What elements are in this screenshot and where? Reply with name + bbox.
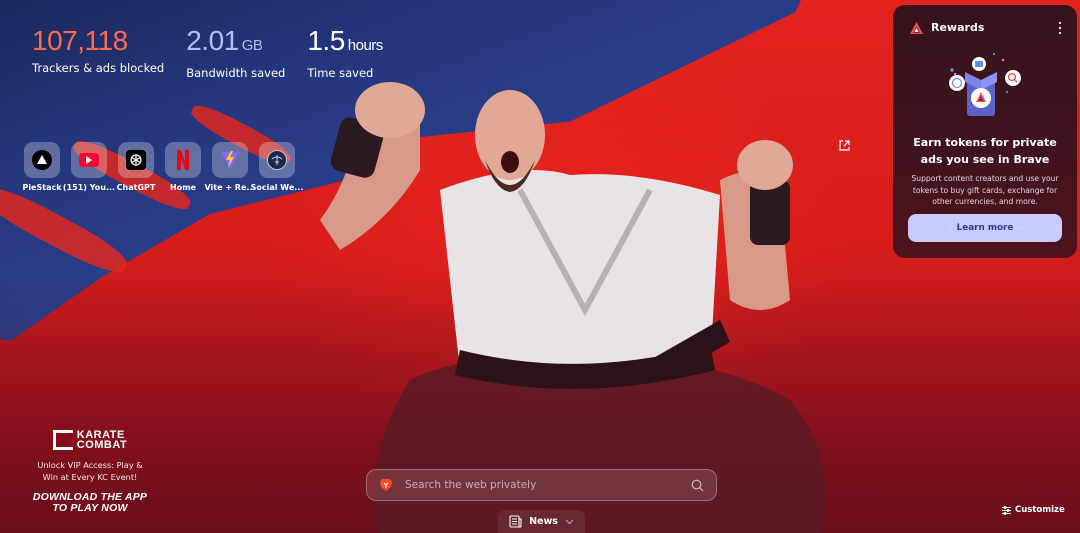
stat-bandwidth-saved: 2.01 GB Bandwidth saved (186, 25, 285, 80)
search-icon[interactable] (691, 479, 704, 492)
news-label: News (529, 516, 558, 527)
rewards-description: Support content creators and use your to… (911, 174, 1059, 207)
time-value: 1.5 (307, 25, 345, 56)
more-options-icon[interactable] (1057, 20, 1063, 35)
customize-label: Customize (1015, 505, 1065, 515)
top-site-netflix[interactable]: Home (165, 142, 201, 192)
news-toggle-button[interactable]: News (498, 510, 585, 533)
vite-icon (220, 150, 240, 170)
bandwidth-value: 2.01 (186, 25, 239, 56)
rewards-title: Rewards (931, 21, 985, 34)
stat-time-saved: 1.5 hours Time saved (307, 25, 384, 80)
stats-widget: 107,118 Trackers & ads blocked 2.01 GB Ba… (32, 25, 383, 80)
chatgpt-icon (126, 150, 146, 170)
piestack-icon (32, 150, 52, 170)
newspaper-icon (509, 515, 522, 528)
search-box[interactable] (366, 469, 717, 501)
rewards-card: Rewards Earn tokens for private ads you … (893, 5, 1077, 258)
top-site-chatgpt[interactable]: ChatGPT (117, 142, 155, 192)
rewards-heading: Earn tokens for private ads you see in B… (913, 136, 1057, 166)
top-site-social[interactable]: Social We... (251, 142, 303, 192)
bandwidth-label: Bandwidth saved (186, 66, 286, 80)
sliders-icon (1002, 505, 1011, 515)
brave-rewards-icon (910, 21, 923, 34)
search-input[interactable] (405, 479, 691, 491)
top-site-label: Social We... (250, 183, 304, 192)
top-site-piestack[interactable]: PieStack (22, 142, 62, 192)
globe-icon (267, 150, 287, 170)
top-site-vite[interactable]: Vite + Re... (204, 142, 256, 192)
trackers-label: Trackers & ads blocked (32, 61, 165, 75)
external-link-icon[interactable] (838, 137, 851, 151)
learn-more-button[interactable]: Learn more (908, 214, 1062, 242)
sponsored-ad[interactable]: KARATE COMBAT Unlock VIP Access: Play & … (30, 430, 150, 514)
karate-fighter-illustration (320, 82, 826, 533)
time-unit: hours (347, 37, 384, 54)
netflix-icon (173, 150, 193, 170)
top-site-youtube[interactable]: (151) You... (63, 142, 115, 192)
stat-trackers-blocked: 107,118 Trackers & ads blocked (32, 25, 164, 80)
bandwidth-unit: GB (241, 37, 263, 54)
customize-button[interactable]: Customize (1002, 505, 1065, 515)
brand-line-2: COMBAT (76, 439, 128, 451)
sponsor-tagline: Unlock VIP Access: Play & Win at Every K… (37, 460, 143, 482)
youtube-icon (79, 153, 99, 167)
trackers-count: 107,118 (32, 25, 128, 56)
rewards-gift-illustration (949, 53, 1021, 116)
sponsor-cta-line-2: TO PLAY NOW (52, 502, 128, 514)
karate-combat-mark-icon (52, 430, 73, 450)
brave-lion-icon (380, 479, 392, 491)
karate-combat-logo: KARATE COMBAT (30, 430, 150, 451)
top-sites: PieStack (151) You... ChatGPT Home Vite … (22, 142, 303, 192)
chevron-down-icon (565, 519, 574, 524)
time-label: Time saved (307, 66, 374, 80)
